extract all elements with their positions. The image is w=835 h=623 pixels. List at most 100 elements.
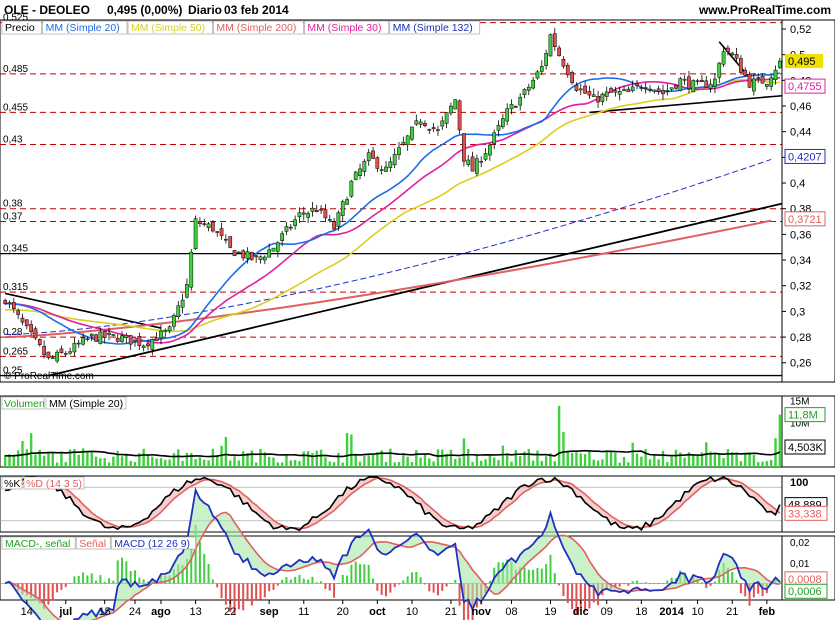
volume-bar [635,453,639,467]
volume-bar [142,448,145,467]
volume-bar [12,454,16,467]
macd-histogram-bar [216,583,219,588]
candle-body [431,127,436,130]
candle-body [466,159,471,165]
candle-body [102,331,107,338]
candle-body [254,255,259,258]
macd-histogram-bar [272,583,275,590]
candle-body [7,302,12,304]
candle-body [462,133,466,162]
volume-bar [358,461,362,467]
candle-body [600,93,605,102]
candle-body [120,335,124,342]
macd-histogram-bar [302,578,305,584]
volume-bar [345,433,349,467]
volume-bar [406,456,409,467]
price-y-tick-label: 0,28 [790,332,811,344]
level-label: 0,37 [3,212,23,223]
volume-bar [484,459,487,467]
volume-bar [198,457,202,467]
candle-body [457,100,462,131]
macd-histogram-bar [108,578,111,584]
candle-body [180,299,185,308]
volume-bar [514,450,518,467]
macd-histogram-bar [354,561,357,584]
candle-body [609,88,613,93]
macd-histogram-bar [367,564,370,584]
macd-histogram-bar [307,579,310,584]
volume-bar [120,456,124,467]
candle-body [146,343,150,347]
volume-bar [605,450,608,467]
macd-histogram-bar [731,571,734,584]
macd-histogram-bar [631,581,634,584]
x-tick-label: 20 [337,606,349,618]
volume-bar [480,460,483,467]
candle-body [353,171,358,180]
volume-bar [441,449,444,467]
candle-body [81,337,85,345]
candle-body [172,315,176,327]
candle-body [501,118,505,128]
x-tick-label: 10 [691,606,703,618]
volume-bar [718,452,721,467]
volume-bar [60,451,63,467]
candle-body [362,160,367,173]
candle-body [124,335,129,338]
volume-bar [575,452,578,467]
volume-bar [298,461,301,467]
candle-body [440,120,445,127]
macd-histogram-bar [735,579,738,584]
candle-body [349,180,354,197]
legend-item: Señal [79,538,106,550]
candle-body [275,242,280,252]
candle-body [717,62,722,78]
macd-histogram-bar [636,580,639,584]
candle-body [635,83,639,86]
x-tick-label: 18 [635,606,647,618]
macd-histogram-bar [523,567,526,584]
candle-body [739,58,743,73]
macd-histogram-bar [640,583,643,584]
macd-histogram-bar [549,554,552,584]
x-tick-label: 14 [21,606,33,618]
x-tick-label: feb [759,606,776,618]
last-price-label: 0,495 [788,56,816,68]
macd-histogram-bar [129,571,132,584]
candle-body [726,47,730,53]
level-label: 0,345 [3,244,28,255]
candle-body [604,91,609,97]
candle-body [691,80,696,93]
candle-body [578,88,583,91]
volume-bar [449,449,453,467]
volume-bar [354,454,357,467]
macd-histogram-bar [116,560,119,584]
macd-histogram-bar [285,577,288,584]
macd-histogram-bar [90,573,93,584]
candle-body [449,105,453,114]
candle-body [777,60,782,68]
macd-histogram-bar [428,583,431,592]
macd-y-tick-label: 0,01 [790,559,810,570]
candle-body [332,221,336,230]
candle-body [128,335,133,345]
level-label: 0,265 [3,346,28,357]
macd-histogram-bar [454,579,457,584]
volume-bar [648,459,652,467]
macd-histogram-bar [255,583,258,601]
volume-bar [778,414,782,467]
candle-body [42,346,46,356]
volume-bar [692,455,695,467]
candle-body [280,233,284,241]
volume-bar [696,455,699,467]
candle-body [293,219,297,226]
volume-bar [324,457,327,467]
x-tick-label: ago [151,606,171,618]
volume-bar [237,460,241,467]
macd-histogram-bar [359,564,362,584]
macd-histogram-bar [138,577,141,584]
macd-histogram-bar [397,583,400,585]
candle-body [232,250,237,257]
volume-bar [544,456,548,467]
candle-body [288,226,293,229]
